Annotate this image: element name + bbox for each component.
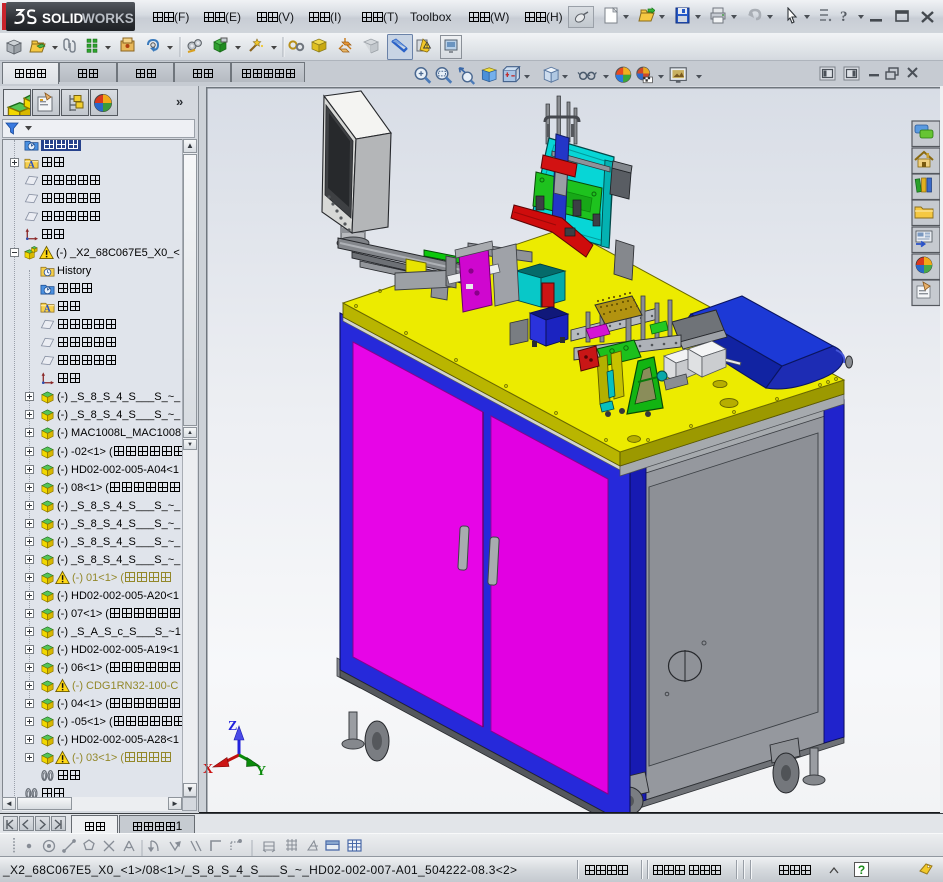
svg-text:Y: Y (256, 764, 266, 779)
svg-text:?: ? (840, 9, 848, 24)
svg-text:Z: Z (228, 719, 237, 734)
svg-text:X: X (203, 762, 213, 777)
svg-text:WORKS: WORKS (82, 11, 134, 26)
svg-text:SOLID: SOLID (42, 11, 84, 26)
